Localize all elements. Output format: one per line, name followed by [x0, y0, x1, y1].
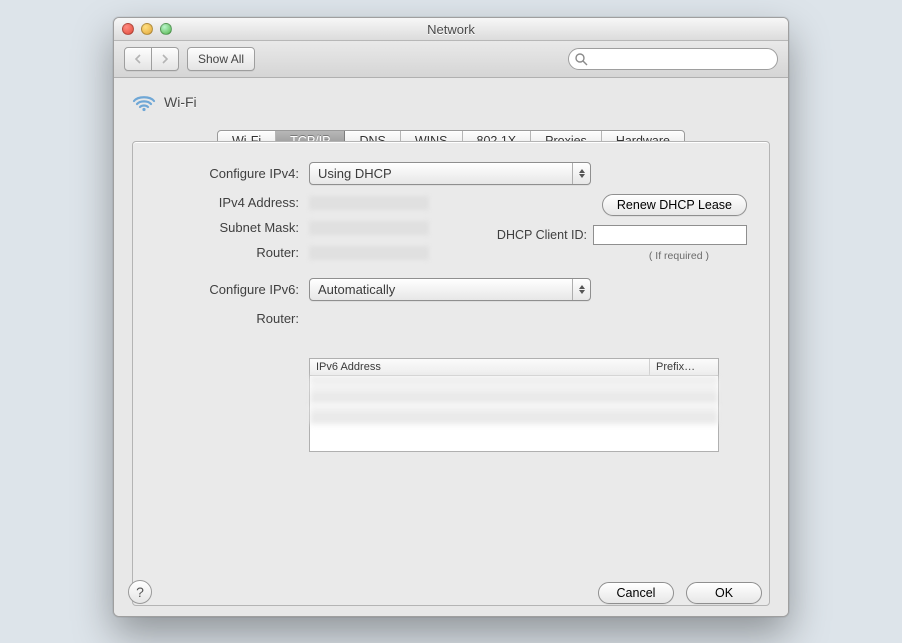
ipv6-table-header: IPv6 Address Prefix… [310, 359, 718, 376]
ipv6-address-table: IPv6 Address Prefix… [309, 358, 719, 452]
wifi-icon [132, 92, 156, 112]
show-all-button[interactable]: Show All [187, 47, 255, 71]
nav-buttons [124, 47, 179, 71]
dhcp-client-id-label: DHCP Client ID: [497, 228, 587, 242]
configure-ipv6-popup[interactable]: Automatically [309, 278, 591, 301]
popup-arrows-icon [572, 279, 590, 300]
ipv6-col-prefix[interactable]: Prefix… [650, 359, 718, 375]
window-controls [114, 23, 172, 35]
search-field[interactable] [568, 48, 778, 70]
search-input[interactable] [591, 51, 771, 67]
toolbar: Show All [114, 41, 788, 78]
configure-ipv4-value: Using DHCP [318, 166, 392, 181]
configure-ipv6-value: Automatically [318, 282, 395, 297]
interface-name: Wi-Fi [164, 94, 197, 110]
search-icon [574, 52, 588, 66]
minimize-window-button[interactable] [141, 23, 153, 35]
configure-ipv4-popup[interactable]: Using DHCP [309, 162, 591, 185]
tcpip-pane: Configure IPv4: Using DHCP IPv4 Address:… [132, 141, 770, 606]
dhcp-client-id-hint: ( If required ) [649, 250, 709, 262]
subnet-mask-label: Subnet Mask: [149, 220, 299, 235]
ipv6-col-address[interactable]: IPv6 Address [310, 359, 650, 375]
configure-ipv6-row: Configure IPv6: Automatically [149, 278, 753, 301]
zoom-window-button[interactable] [160, 23, 172, 35]
configure-ipv4-label: Configure IPv4: [149, 166, 299, 181]
dialog-buttons: Cancel OK [598, 582, 762, 604]
titlebar: Network [114, 18, 788, 41]
ipv4-address-label: IPv4 Address: [149, 195, 299, 210]
ipv6-table-row [310, 376, 718, 404]
ipv4-address-value [309, 196, 429, 210]
ipv6-router-row: Router: [149, 311, 753, 326]
preference-body: Wi-Fi Wi-Fi TCP/IP DNS WINS 802.1X Proxi… [114, 78, 788, 617]
dhcp-client-id-field[interactable] [593, 225, 747, 245]
window-title: Network [114, 22, 788, 37]
close-window-button[interactable] [122, 23, 134, 35]
subnet-mask-value [309, 221, 429, 235]
ipv4-router-label: Router: [149, 245, 299, 260]
renew-dhcp-lease-button[interactable]: Renew DHCP Lease [602, 194, 747, 216]
ipv6-router-label: Router: [149, 311, 299, 326]
back-button[interactable] [124, 47, 152, 71]
help-button[interactable]: ? [128, 580, 152, 604]
network-preferences-window: Network Show All [113, 17, 789, 617]
configure-ipv6-label: Configure IPv6: [149, 282, 299, 297]
ipv4-router-value [309, 246, 429, 260]
chevron-right-icon [161, 54, 169, 64]
ipv6-table-row [310, 404, 718, 424]
forward-button[interactable] [152, 47, 179, 71]
cancel-button[interactable]: Cancel [598, 582, 674, 604]
chevron-left-icon [134, 54, 142, 64]
ok-button[interactable]: OK [686, 582, 762, 604]
interface-header: Wi-Fi [132, 92, 197, 112]
